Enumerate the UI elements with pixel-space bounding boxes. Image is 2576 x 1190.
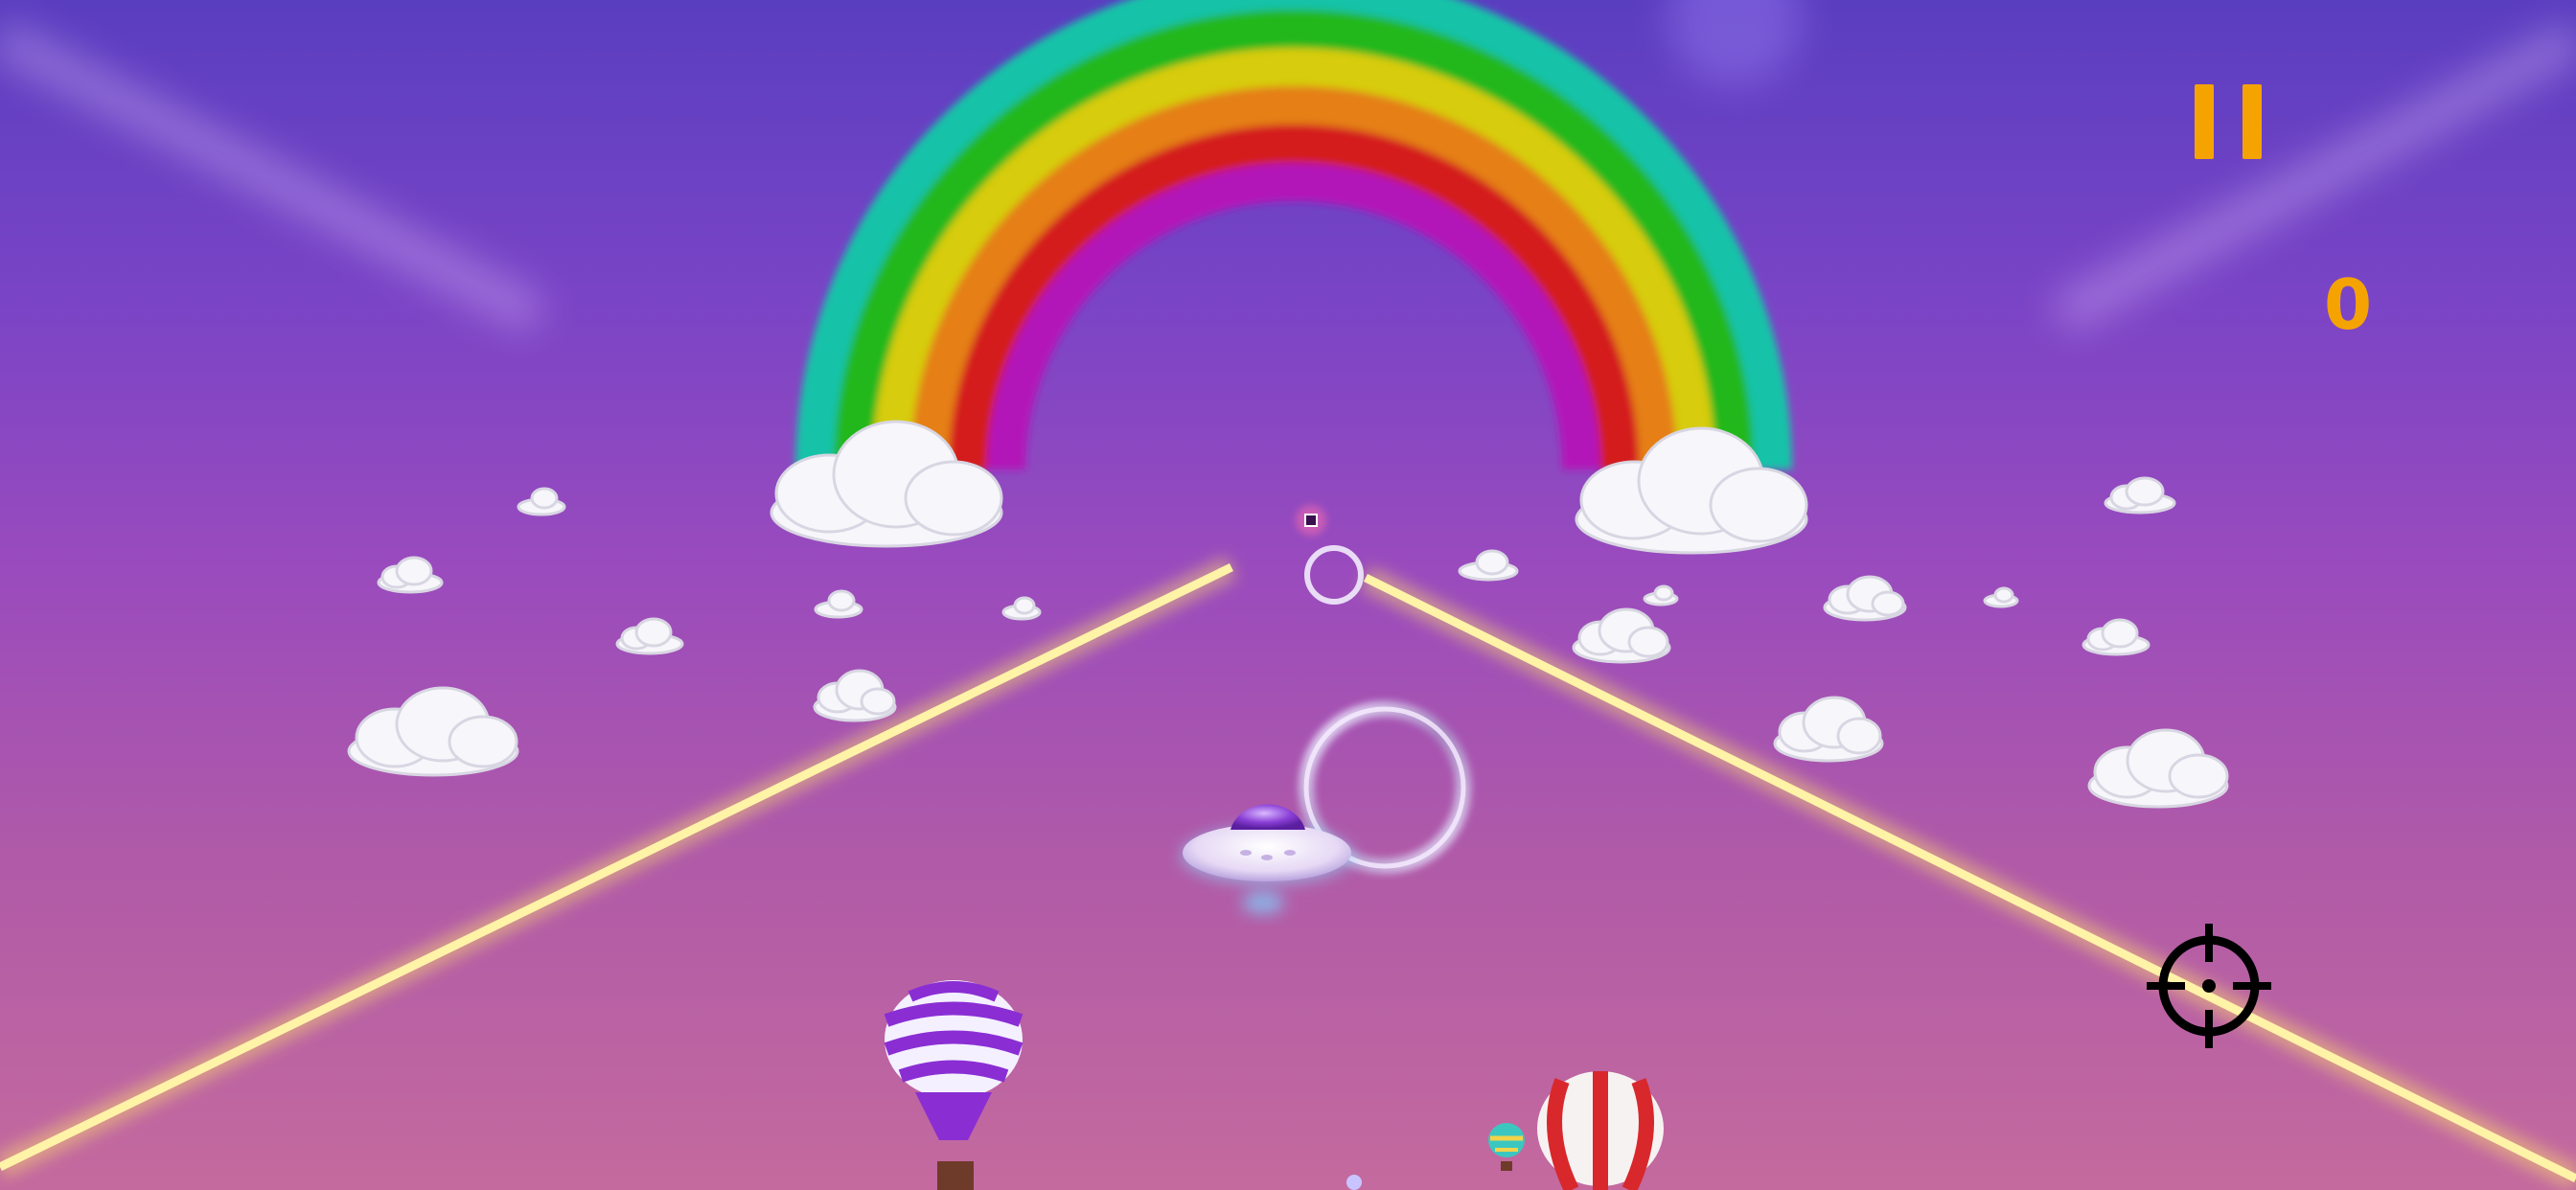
cloud	[615, 617, 684, 655]
cloud	[1983, 586, 2019, 608]
pause-button[interactable]	[2195, 84, 2262, 161]
target-orb	[1296, 505, 1326, 536]
ufo-player	[1181, 804, 1353, 914]
crosshair-icon	[2147, 924, 2271, 1048]
fire-button[interactable]	[2147, 924, 2271, 1048]
score-counter: 0	[2323, 264, 2373, 345]
cloud	[1773, 696, 1884, 763]
rainbow	[795, 0, 1792, 470]
cloud	[347, 686, 519, 777]
pause-icon	[2195, 84, 2214, 159]
cloud	[2082, 618, 2150, 656]
cloud	[2087, 728, 2229, 809]
cloud	[813, 669, 897, 722]
cloud	[377, 556, 444, 594]
game-scene: 0	[0, 0, 2576, 1190]
cloud	[1458, 549, 1519, 582]
cloud	[517, 487, 566, 516]
cloud	[1572, 607, 1671, 664]
cloud	[1823, 575, 1907, 622]
clouds	[347, 420, 2229, 809]
balloon-purple	[884, 980, 1024, 1190]
balloon-small	[1488, 1123, 1525, 1171]
cloud	[1643, 584, 1679, 606]
cloud	[814, 589, 863, 619]
cloud	[1001, 596, 1042, 621]
cloud	[2104, 476, 2176, 515]
pause-icon-bar	[2242, 84, 2262, 159]
ring-far	[1304, 545, 1364, 605]
balloon-tiny	[1346, 1175, 1362, 1190]
balloon-red	[1537, 1071, 1664, 1190]
